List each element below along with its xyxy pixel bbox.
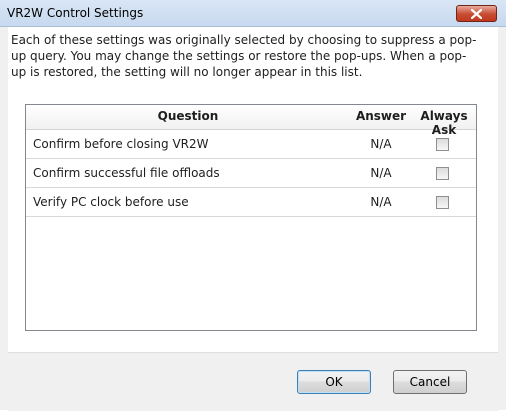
cancel-button[interactable]: Cancel bbox=[393, 370, 467, 394]
answer-cell: N/A bbox=[370, 137, 392, 151]
close-icon bbox=[471, 9, 482, 19]
always-ask-checkbox[interactable] bbox=[436, 138, 449, 151]
answer-cell: N/A bbox=[370, 166, 392, 180]
table-row[interactable]: Confirm before closing VR2W N/A bbox=[26, 130, 476, 159]
always-ask-checkbox[interactable] bbox=[436, 196, 449, 209]
question-cell: Confirm successful file offloads bbox=[33, 166, 220, 180]
table-row[interactable]: Verify PC clock before use N/A bbox=[26, 188, 476, 217]
ok-button[interactable]: OK bbox=[297, 370, 371, 394]
column-header-question[interactable]: Question bbox=[26, 109, 350, 123]
settings-table: Question Answer Always Ask Confirm befor… bbox=[25, 104, 477, 331]
dialog-window: VR2W Control Settings Each of these sett… bbox=[0, 0, 506, 411]
question-cell: Verify PC clock before use bbox=[33, 195, 189, 209]
table-row[interactable]: Confirm successful file offloads N/A bbox=[26, 159, 476, 188]
window-title: VR2W Control Settings bbox=[7, 6, 144, 20]
question-cell: Confirm before closing VR2W bbox=[33, 137, 209, 151]
title-bar[interactable]: VR2W Control Settings bbox=[0, 0, 506, 27]
description-text: Each of these settings was originally se… bbox=[11, 33, 477, 79]
answer-cell: N/A bbox=[370, 195, 392, 209]
close-button[interactable] bbox=[456, 5, 497, 22]
always-ask-checkbox[interactable] bbox=[436, 167, 449, 180]
column-header-answer[interactable]: Answer bbox=[350, 109, 412, 123]
table-header: Question Answer Always Ask bbox=[26, 105, 476, 137]
